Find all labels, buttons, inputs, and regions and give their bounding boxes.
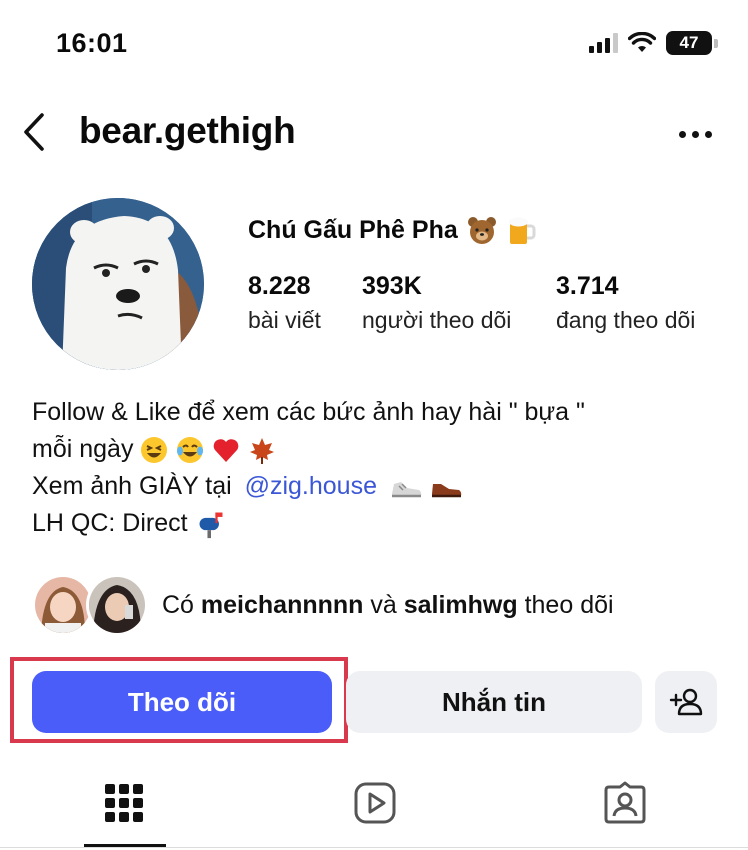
status-bar: 16:01 47	[0, 0, 748, 90]
sneaker-emoji-icon	[392, 481, 422, 497]
bio-line-2-text: mỗi ngày	[32, 435, 134, 463]
profile-header: bear.gethigh	[0, 100, 748, 166]
stat-following-value: 3.714	[556, 272, 619, 300]
display-name: Chú Gấu Phê Pha	[248, 214, 536, 246]
profile-avatar[interactable]	[32, 198, 204, 370]
suggest-people-button[interactable]	[655, 671, 717, 733]
follow-button[interactable]: Theo dõi	[32, 671, 332, 733]
stat-following[interactable]: 3.714 đang theo dõi	[556, 272, 695, 334]
shoe-emoji-icon	[432, 483, 462, 497]
message-button[interactable]: Nhắn tin	[346, 671, 642, 733]
bio-line-4: LH QC: Direct	[32, 505, 585, 542]
tab-divider	[0, 847, 748, 848]
status-icons: 47	[589, 31, 718, 55]
bio-line-3-text: Xem ảnh GIÀY tại	[32, 472, 239, 500]
beer-emoji-icon	[508, 217, 536, 244]
profile-stats: 8.228 bài viết 393K người theo dõi 3.714…	[248, 272, 695, 334]
profile-tabs	[0, 760, 748, 850]
followed-suffix: theo dõi	[517, 590, 614, 619]
signal-icon	[589, 33, 618, 53]
followed-connector: và	[363, 590, 404, 619]
maple-leaf-emoji-icon	[250, 437, 275, 464]
followed-by[interactable]: Có meichannnnn và salimhwg theo dõi	[32, 572, 614, 638]
stat-following-label: đang theo dõi	[556, 307, 696, 333]
bio-line-2: mỗi ngày	[32, 431, 585, 468]
bio-line-4-text: LH QC: Direct	[32, 509, 188, 537]
stat-posts-value: 8.228	[248, 272, 311, 300]
follower-avatar-1	[32, 574, 94, 636]
back-button[interactable]	[14, 108, 54, 156]
tears-of-joy-emoji-icon	[177, 436, 204, 463]
tab-reels[interactable]	[315, 760, 435, 846]
tab-posts-grid[interactable]	[64, 760, 184, 846]
username-title: bear.gethigh	[79, 110, 296, 151]
follower-name-2[interactable]: salimhwg	[404, 591, 518, 619]
back-chevron-icon	[24, 113, 44, 151]
battery-cap	[714, 38, 718, 48]
more-dots-icon[interactable]	[668, 114, 722, 154]
reels-icon	[354, 782, 396, 824]
stat-followers-value: 393K	[362, 272, 422, 300]
battery-icon: 47	[666, 31, 712, 55]
display-name-text: Chú Gấu Phê Pha	[248, 215, 458, 244]
stat-followers[interactable]: 393K người theo dõi	[362, 272, 556, 334]
grid-icon	[105, 784, 143, 822]
follower-avatar-2	[86, 574, 148, 636]
bio-mention-link[interactable]: @zig.house	[245, 468, 377, 505]
bio-line-1: Follow & Like để xem các bức ảnh hay hài…	[32, 394, 585, 431]
add-person-icon	[669, 688, 703, 716]
status-time: 16:01	[56, 28, 128, 58]
mailbox-emoji-icon	[199, 512, 223, 538]
stat-posts[interactable]: 8.228 bài viết	[248, 272, 362, 334]
profile-bio: Follow & Like để xem các bức ảnh hay hài…	[32, 394, 585, 542]
bio-line-3: Xem ảnh GIÀY tại @zig.house	[32, 468, 585, 505]
bio-line-1-text: Follow & Like để xem các bức ảnh hay hài…	[32, 398, 585, 426]
wifi-icon	[628, 32, 656, 52]
bear-emoji-icon	[467, 217, 496, 244]
heart-emoji-icon	[214, 438, 239, 462]
stat-posts-label: bài viết	[248, 307, 321, 333]
tagged-icon	[604, 781, 646, 824]
stat-followers-label: người theo dõi	[362, 307, 512, 333]
tab-tagged[interactable]	[565, 760, 685, 846]
followed-by-text: Có meichannnnn và salimhwg theo dõi	[162, 591, 614, 620]
followed-prefix: Có	[162, 590, 201, 619]
follower-name-1[interactable]: meichannnnn	[201, 591, 364, 619]
laughing-emoji-icon	[141, 436, 168, 463]
